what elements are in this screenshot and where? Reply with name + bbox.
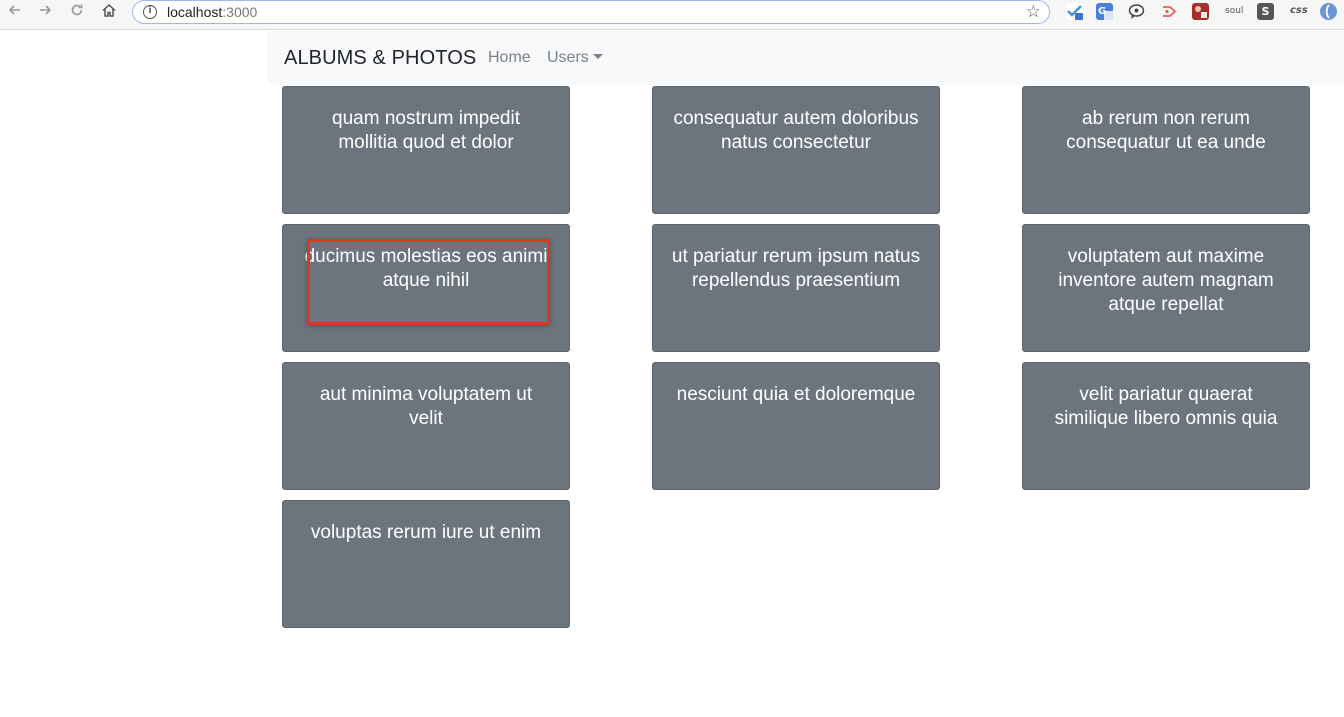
- address-url: localhost:3000: [167, 4, 257, 20]
- forward-icon[interactable]: [34, 2, 56, 22]
- reload-icon[interactable]: [66, 2, 88, 22]
- nav-users-label: Users: [547, 49, 589, 66]
- album-card[interactable]: nesciunt quia et doloremque: [652, 362, 940, 490]
- album-card[interactable]: consequatur autem doloribus natus consec…: [652, 86, 940, 214]
- album-card[interactable]: ut pariatur rerum ipsum natus repellendu…: [652, 224, 940, 352]
- globe-extension-icon[interactable]: [1320, 3, 1337, 20]
- css-extension-icon[interactable]: css: [1290, 5, 1308, 16]
- svg-text:G: G: [1098, 6, 1106, 17]
- chat-extension-icon[interactable]: [1128, 3, 1145, 20]
- app-navbar: ALBUMS & PHOTOS Home Users: [267, 31, 1344, 85]
- album-card[interactable]: voluptas rerum iure ut enim: [282, 500, 570, 628]
- album-card[interactable]: quam nostrum impedit mollitia quod et do…: [282, 86, 570, 214]
- browser-toolbar: i localhost:3000 ☆ G soul S css: [0, 0, 1344, 30]
- url-port: :3000: [222, 4, 258, 20]
- translate-extension-icon[interactable]: G: [1096, 3, 1113, 20]
- photo-extension-icon[interactable]: [1192, 3, 1209, 20]
- url-host: localhost: [167, 4, 223, 20]
- album-card[interactable]: ducimus molestias eos animi atque nihil: [282, 224, 570, 352]
- brand-title[interactable]: ALBUMS & PHOTOS: [284, 47, 476, 70]
- album-card[interactable]: aut minima voluptatem ut velit: [282, 362, 570, 490]
- album-card[interactable]: voluptatem aut maxime inventore autem ma…: [1022, 224, 1310, 352]
- info-icon[interactable]: i: [143, 5, 157, 19]
- caret-down-icon: [592, 54, 603, 59]
- checkmark-extension-icon[interactable]: [1066, 3, 1083, 20]
- nav-users-dropdown[interactable]: Users: [547, 49, 603, 67]
- album-card[interactable]: velit pariatur quaerat similique libero …: [1022, 362, 1310, 490]
- s-extension-icon[interactable]: S: [1257, 3, 1274, 20]
- play-extension-icon[interactable]: [1160, 3, 1177, 20]
- bookmark-star-icon[interactable]: ☆: [1026, 3, 1041, 21]
- album-card[interactable]: ab rerum non rerum consequatur ut ea und…: [1022, 86, 1310, 214]
- soul-extension-icon[interactable]: soul: [1225, 6, 1243, 16]
- address-bar[interactable]: i localhost:3000 ☆: [132, 0, 1050, 24]
- back-icon[interactable]: [4, 2, 26, 22]
- nav-home-link[interactable]: Home: [488, 49, 531, 67]
- home-icon[interactable]: [98, 2, 120, 22]
